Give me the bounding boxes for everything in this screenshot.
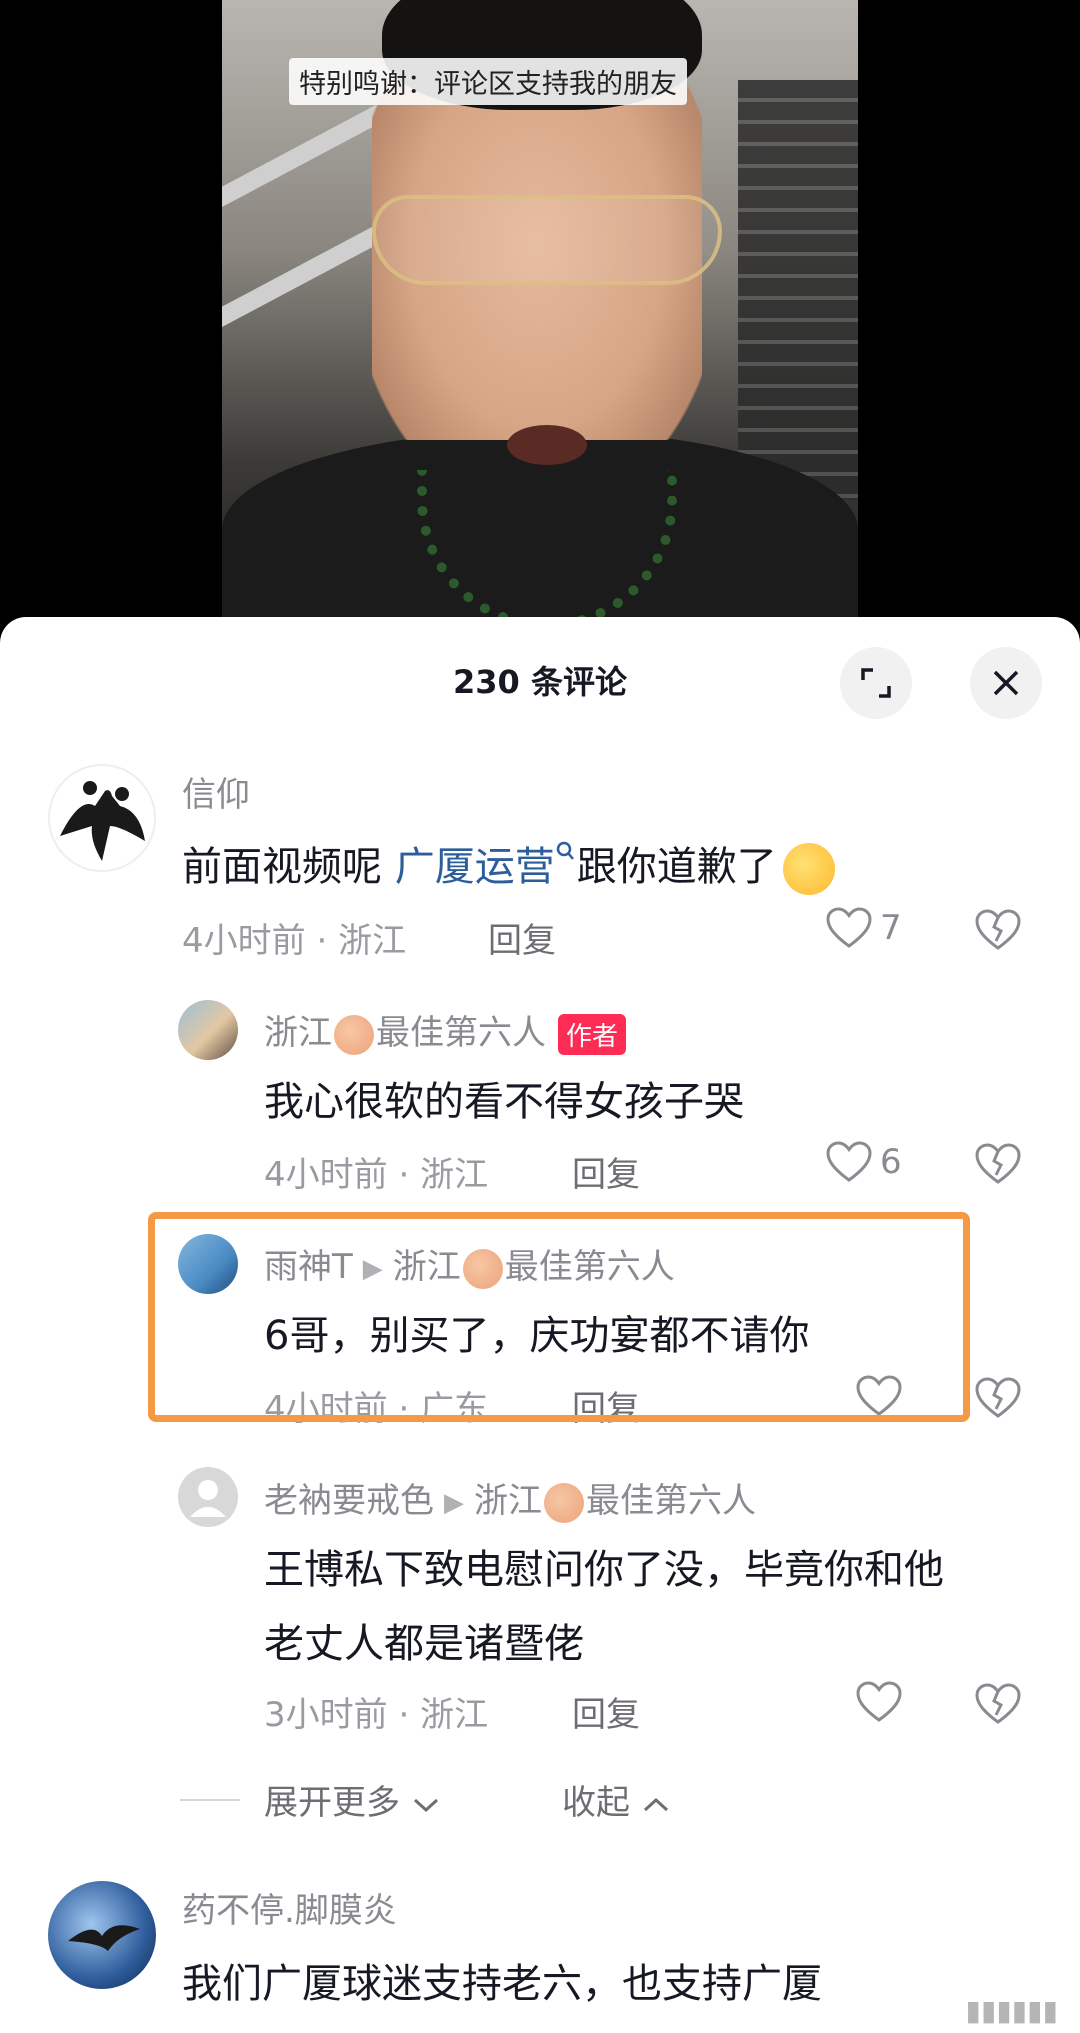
video-frame[interactable]: 特别鸣谢：评论区支持我的朋友 <box>222 0 858 620</box>
video-caption: 特别鸣谢：评论区支持我的朋友 <box>289 58 687 105</box>
comment-text: 我们广厦球迷支持老六，也支持广厦 <box>182 1961 822 2007</box>
broken-heart-icon <box>975 1143 1021 1184</box>
reply-to-part: 最佳第六人 <box>586 1481 756 1521</box>
basketball-icon <box>462 1248 503 1289</box>
comment-time: 4小时前 <box>264 1389 388 1429</box>
comment-username[interactable]: 浙江 最佳第六人 作者 <box>264 1005 627 1055</box>
expand-button[interactable] <box>840 647 912 719</box>
comment-text: 我心很软的看不得女孩子哭 <box>264 1079 744 1125</box>
expand-more-button[interactable]: 展开更多 <box>264 1775 441 1824</box>
like-button[interactable]: 6 <box>826 1141 902 1183</box>
eagle-icon <box>68 1925 140 1951</box>
dislike-button[interactable] <box>975 1377 1021 1423</box>
like-button[interactable] <box>856 1375 902 1417</box>
username-part: 最佳第六人 <box>376 1013 546 1053</box>
like-button[interactable] <box>856 1681 902 1723</box>
meta-dot: · <box>316 921 328 961</box>
comment-text-line: 老丈人都是诸暨佬 <box>264 1621 584 1667</box>
comment-text: 6哥，别买了，庆功宴都不请你 <box>264 1313 810 1359</box>
reply-arrow-icon: ▶ <box>444 1487 464 1518</box>
broken-heart-icon <box>975 1377 1021 1418</box>
comment-location: 浙江 <box>420 1155 489 1195</box>
comment-time: 4小时前 <box>264 1155 388 1195</box>
expand-more-label: 展开更多 <box>264 1783 400 1823</box>
meta-dot: · <box>398 1389 410 1429</box>
reply-to-part: 浙江 <box>392 1247 461 1287</box>
author-badge: 作者 <box>558 1014 627 1055</box>
comment-time: 3小时前 <box>264 1695 388 1735</box>
avatar[interactable] <box>178 1000 238 1060</box>
comment-meta: 3小时前 · 浙江 <box>264 1687 488 1736</box>
person-mouth <box>507 425 587 465</box>
broken-heart-icon <box>975 909 1021 950</box>
default-user-icon <box>190 1480 226 1517</box>
person-glasses <box>372 195 722 285</box>
thread-divider <box>180 1799 240 1801</box>
comment-time: 4小时前 <box>182 921 306 961</box>
meta-dot: · <box>398 1695 410 1735</box>
meta-dot: · <box>398 1155 410 1195</box>
reply-button[interactable]: 回复 <box>488 913 556 962</box>
close-icon <box>993 670 1019 696</box>
search-icon <box>556 841 574 860</box>
search-link[interactable]: 广厦运营 <box>395 844 555 890</box>
reply-button[interactable]: 回复 <box>572 1687 640 1736</box>
close-button[interactable] <box>970 647 1042 719</box>
collapse-button[interactable]: 收起 <box>562 1775 671 1824</box>
comment-meta: 4小时前 · 浙江 <box>264 1147 488 1196</box>
comment-text-part: 前面视频呢 <box>182 844 395 890</box>
basketball-icon <box>544 1482 584 1523</box>
comment-location: 广东 <box>420 1389 489 1429</box>
comment-text: 前面视频呢 广厦运营 跟你道歉了 <box>182 834 835 895</box>
escalator <box>738 80 858 500</box>
comment-username[interactable]: 雨神T ▶ 浙江 最佳第六人 <box>264 1239 675 1289</box>
climbers-silhouette-icon <box>52 768 152 868</box>
comment-text-part: 跟你道歉了 <box>576 844 777 890</box>
blushing-emoji-icon <box>782 843 835 895</box>
like-count: 6 <box>880 1142 902 1182</box>
reply-to-part: 浙江 <box>474 1481 542 1521</box>
comment-username[interactable]: 老衲要戒色 ▶ 浙江 最佳第六人 <box>264 1473 756 1523</box>
comment-meta: 4小时前 · 浙江 <box>182 913 406 962</box>
chevron-up-icon <box>643 1797 668 1811</box>
heart-icon <box>826 1141 872 1182</box>
comment-location: 浙江 <box>338 921 407 961</box>
chevron-down-icon <box>413 1798 438 1812</box>
like-count: 7 <box>880 908 902 948</box>
comment-meta: 4小时前 · 广东 <box>264 1381 488 1430</box>
dislike-button[interactable] <box>975 909 1021 955</box>
like-button[interactable]: 7 <box>826 907 902 949</box>
comment-username[interactable]: 药不停.脚膜炎 <box>182 1883 397 1932</box>
comment-location: 浙江 <box>420 1695 489 1735</box>
avatar[interactable] <box>178 1234 238 1294</box>
reply-button[interactable]: 回复 <box>572 1381 640 1430</box>
basketball-icon <box>334 1014 374 1055</box>
heart-icon <box>826 907 872 948</box>
reply-button[interactable]: 回复 <box>572 1147 640 1196</box>
comments-sheet: 230 条评论 信仰 前面视频呢 广厦运营 跟你道歉了 4小时前 · 浙江 回复 … <box>0 617 1080 2033</box>
dislike-button[interactable] <box>975 1143 1021 1189</box>
avatar[interactable] <box>178 1467 238 1527</box>
comment-text-line: 王博私下致电慰问你了没，毕竟你和他 <box>264 1547 944 1593</box>
comment-username[interactable]: 信仰 <box>182 767 250 816</box>
reply-to-part: 最佳第六人 <box>504 1247 675 1287</box>
avatar[interactable] <box>48 1881 156 1989</box>
username-part: 浙江 <box>264 1013 332 1053</box>
avatar[interactable] <box>48 764 156 872</box>
comments-count-title: 230 条评论 <box>453 663 627 701</box>
reply-arrow-icon: ▶ <box>362 1253 383 1284</box>
username-part: 老衲要戒色 <box>264 1481 434 1521</box>
heart-icon <box>856 1681 902 1722</box>
broken-heart-icon <box>975 1683 1021 1724</box>
expand-icon <box>861 668 891 698</box>
collapse-label: 收起 <box>562 1783 630 1823</box>
heart-icon <box>856 1375 902 1416</box>
dislike-button[interactable] <box>975 1683 1021 1729</box>
username-part: 雨神T <box>264 1247 353 1287</box>
watermark-logo: ▮▮▮▮▮▮ <box>965 1994 1058 2027</box>
